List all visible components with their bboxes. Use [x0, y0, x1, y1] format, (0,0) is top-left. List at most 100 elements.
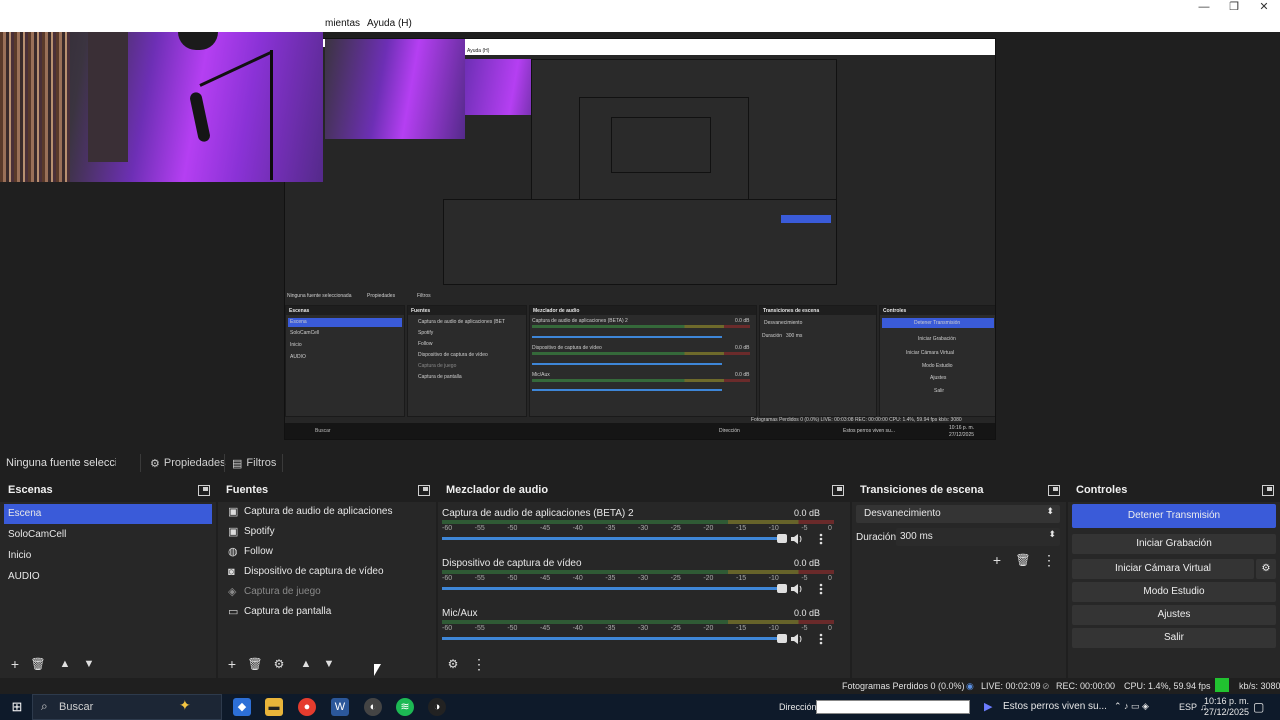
start-recording-button[interactable]: Iniciar Grabación — [1072, 534, 1276, 554]
tick-label: -5 — [801, 625, 808, 632]
volume-slider-handle[interactable] — [777, 584, 787, 593]
file-explorer-icon[interactable]: ▬ — [265, 698, 283, 716]
start-virtual-camera-button[interactable]: Iniciar Cámara Virtual — [1072, 559, 1254, 579]
language-indicator[interactable]: ESP — [1179, 702, 1197, 712]
source-properties-button[interactable]: ⚙ — [270, 655, 288, 673]
window-capture-icon: ▣ — [228, 526, 239, 538]
search-placeholder: Buscar — [59, 701, 94, 713]
sources-header: Fuentes — [218, 480, 436, 502]
preview-canvas[interactable]: Ayuda (H) Ninguna fuente seleccionada Pr… — [0, 32, 1280, 444]
nested-preview: Ayuda (H) Ninguna fuente seleccionada Pr… — [284, 38, 996, 440]
notification-icon[interactable]: ▢ — [1253, 700, 1264, 714]
nested-controls-dock: Controles Detener Transmisión Iniciar Gr… — [879, 305, 995, 417]
add-source-button[interactable]: + — [223, 655, 241, 673]
remove-source-button[interactable]: 🗑 — [246, 655, 264, 673]
nested-webcam — [325, 39, 465, 139]
source-name: Follow — [244, 546, 273, 557]
transitions-header: Transiciones de escena — [852, 480, 1066, 502]
channel-menu-icon[interactable] — [818, 632, 824, 646]
channel-name: Dispositivo de captura de vídeo — [442, 558, 582, 569]
duration-field[interactable]: 300 ms ⬍ — [896, 528, 1060, 546]
audio-mixer-dock: Mezclador de audio Captura de audio de a… — [438, 480, 850, 678]
controls-header: Controles — [1068, 480, 1280, 502]
exit-button[interactable]: Salir — [1072, 628, 1276, 648]
scene-item[interactable]: Escena — [4, 504, 212, 524]
close-icon[interactable]: ✕ — [1248, 0, 1280, 16]
filters-button[interactable]: ▤ Filtros — [228, 454, 280, 472]
word-icon[interactable]: W — [331, 698, 349, 716]
rec-timer: REC: 00:00:00 — [1056, 681, 1116, 691]
tick-label: 0 — [828, 575, 832, 582]
remove-scene-button[interactable]: 🗑 — [29, 655, 47, 673]
add-scene-button[interactable]: + — [6, 655, 24, 673]
nested-now-playing: Estos perros viven su... — [843, 428, 895, 434]
move-up-button[interactable]: ▲ — [56, 655, 74, 673]
settings-button[interactable]: Ajustes — [1072, 605, 1276, 625]
nested-control: Iniciar Grabación — [918, 336, 956, 342]
add-transition-button[interactable]: + — [988, 551, 1006, 569]
speaker-icon[interactable] — [790, 532, 804, 546]
mixer-title: Mezclador de audio — [446, 484, 549, 496]
undock-icon[interactable] — [832, 485, 844, 496]
scene-item[interactable]: Inicio — [4, 546, 212, 566]
tick-label: -10 — [768, 625, 779, 632]
obs-icon[interactable]: ◐ — [364, 698, 382, 716]
spin-arrows-icon[interactable]: ⬍ — [1048, 529, 1056, 540]
channel-menu-icon[interactable] — [818, 532, 824, 546]
tick-label: -60 — [442, 625, 453, 632]
volume-slider-handle[interactable] — [777, 634, 787, 643]
chrome-icon[interactable]: ● — [298, 698, 316, 716]
clock-date[interactable]: 27/12/2025 — [1201, 707, 1249, 717]
virtual-camera-settings-icon[interactable]: ⚙ — [1256, 559, 1276, 579]
remove-transition-button[interactable]: 🗑 — [1014, 551, 1032, 569]
tick-label: 0 — [828, 525, 832, 532]
maximize-icon[interactable]: ❐ — [1218, 0, 1250, 16]
address-field[interactable] — [816, 700, 970, 714]
speaker-icon[interactable] — [790, 632, 804, 646]
move-up-button[interactable]: ▲ — [297, 655, 315, 673]
studio-mode-button[interactable]: Modo Estudio — [1072, 582, 1276, 602]
transitions-dock: Transiciones de escena Desvanecimiento ⬍… — [852, 480, 1066, 678]
minimize-icon[interactable]: — — [1188, 0, 1220, 16]
toolbar-divider — [140, 454, 141, 472]
clock-time[interactable]: 10:16 p. m. — [1203, 696, 1249, 706]
nested-source: Dispositivo de captura de vídeo — [418, 352, 488, 358]
menu-item-tools[interactable]: mientas — [325, 18, 360, 29]
monitor-icon: ▭ — [228, 606, 239, 618]
volume-slider-handle[interactable] — [777, 534, 787, 543]
scene-item[interactable]: SoloCamCell — [4, 525, 212, 545]
spotify-icon[interactable]: ≋ — [396, 698, 414, 716]
no-source-label: Ninguna fuente seleccionad — [6, 457, 116, 469]
mixer-menu-icon[interactable]: ⋮ — [470, 655, 488, 673]
windows-start-icon[interactable]: ⊞ — [8, 698, 26, 716]
properties-label: Propiedades — [163, 457, 226, 469]
advanced-audio-icon[interactable]: ⚙ — [444, 655, 462, 673]
tray-icons[interactable]: ⌃ ♪ ▭ ◈ — [1114, 701, 1149, 712]
transition-menu-icon[interactable]: ⋮ — [1040, 551, 1058, 569]
tick-label: -40 — [572, 625, 583, 632]
scenes-title: Escenas — [8, 484, 53, 496]
speaker-icon[interactable] — [790, 582, 804, 596]
now-playing[interactable]: Estos perros viven su... — [1003, 701, 1107, 712]
scene-item[interactable]: AUDIO — [4, 567, 212, 587]
volume-slider[interactable] — [442, 537, 787, 540]
move-down-button[interactable]: ▼ — [80, 655, 98, 673]
menu-item-help[interactable]: Ayuda (H) — [367, 18, 412, 29]
tick-label: -60 — [442, 525, 453, 532]
volume-slider[interactable] — [442, 587, 787, 590]
channel-menu-icon[interactable] — [818, 582, 824, 596]
taskbar-search[interactable]: ⌕ Buscar ✦ — [32, 694, 222, 720]
nested-scene: AUDIO — [290, 354, 306, 360]
transition-select[interactable]: Desvanecimiento ⬍ — [856, 505, 1060, 523]
obs-second-icon[interactable]: ◑ — [428, 698, 446, 716]
volume-slider[interactable] — [442, 637, 787, 640]
stop-streaming-button[interactable]: Detener Transmisión — [1072, 504, 1276, 528]
undock-icon[interactable] — [418, 485, 430, 496]
mixer-header: Mezclador de audio — [438, 480, 850, 502]
properties-button[interactable]: ⚙ Propiedades — [146, 454, 230, 472]
undock-icon[interactable] — [198, 485, 210, 496]
undock-icon[interactable] — [1262, 485, 1274, 496]
move-down-button[interactable]: ▼ — [320, 655, 338, 673]
copilot-icon[interactable]: ◆ — [233, 698, 251, 716]
undock-icon[interactable] — [1048, 485, 1060, 496]
